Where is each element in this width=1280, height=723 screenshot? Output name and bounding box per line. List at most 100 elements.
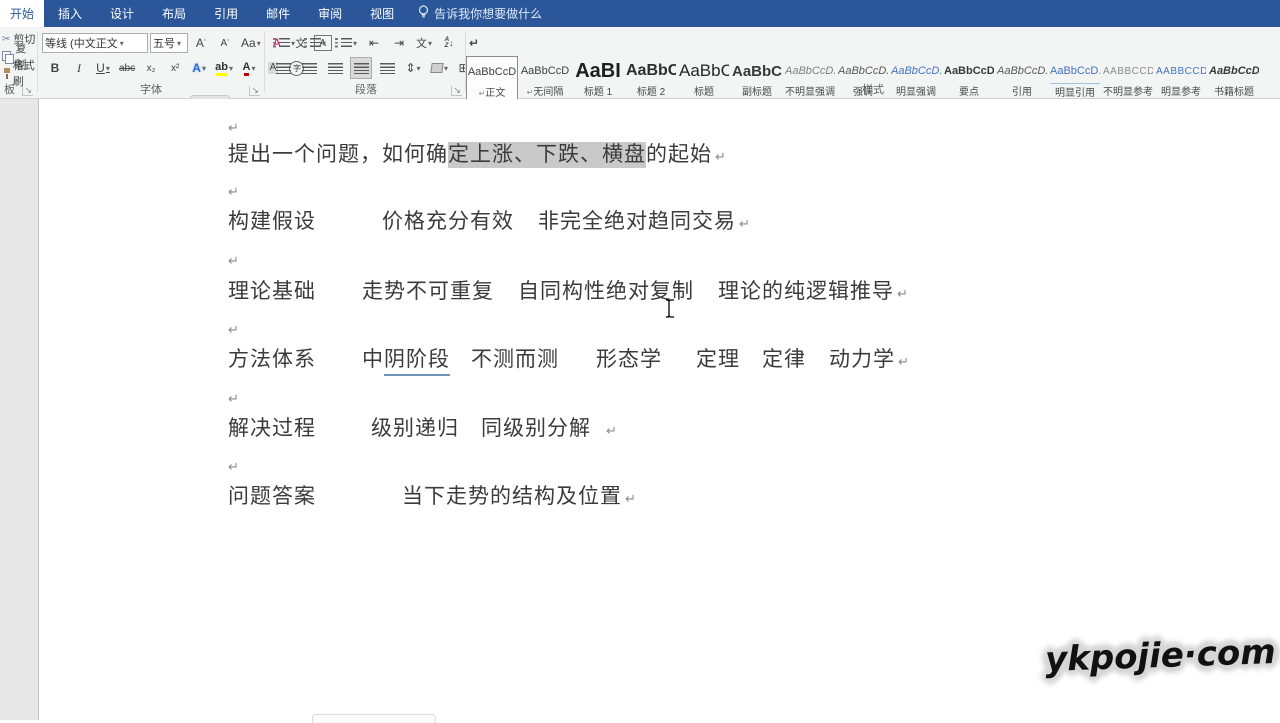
- grow-font-button[interactable]: Aˆ: [190, 32, 212, 54]
- text-run: 理论的纯逻辑推导: [718, 279, 894, 305]
- paragraph-line[interactable]: 解决过程级别递归同级别分解↵: [228, 416, 617, 444]
- grow-font-icon: A: [196, 36, 204, 50]
- distribute-button[interactable]: [376, 57, 398, 79]
- tab-design[interactable]: 设计: [96, 0, 148, 27]
- paragraph-group-label: 段落: [268, 81, 464, 97]
- bold-button[interactable]: B: [44, 57, 66, 79]
- paragraph-line[interactable]: 提出一个问题，如何确定上涨、下跌、横盘的起始↵: [228, 142, 726, 170]
- tab-references[interactable]: 引用: [200, 0, 252, 27]
- tab-mailings[interactable]: 邮件: [252, 0, 304, 27]
- text-run: 理论基础: [228, 279, 316, 305]
- tab-view[interactable]: 视图: [356, 0, 408, 27]
- cut-icon: ✂: [2, 34, 10, 45]
- empty-paragraph[interactable]: ↵: [228, 384, 239, 412]
- subscript-icon: x₂: [147, 63, 156, 74]
- paragraph-line[interactable]: 方法体系中阴阶段不测而测形态学定理定律动力学↵: [228, 347, 909, 376]
- empty-paragraph[interactable]: ↵: [228, 452, 239, 480]
- document-canvas[interactable]: ↵ 提出一个问题，如何确定上涨、下跌、横盘的起始↵ ↵ 构建假设价格充分有效非完…: [0, 99, 1280, 720]
- increase-indent-icon: ⇥: [394, 36, 404, 50]
- superscript-icon: x²: [171, 63, 179, 74]
- line-spacing-icon: ⇕: [405, 61, 415, 75]
- pilcrow-mark: ↵: [897, 286, 908, 301]
- line-spacing-button[interactable]: ⇕: [402, 57, 424, 79]
- highlight-color-button[interactable]: ab: [212, 57, 236, 79]
- font-name-select[interactable]: 等线 (中文正文 ▾: [42, 33, 148, 53]
- empty-paragraph[interactable]: ↵: [228, 315, 239, 343]
- style-preview: AaBbC: [626, 59, 676, 83]
- text-run: 动力学: [829, 347, 895, 373]
- styles-group-label: 样式: [466, 81, 1280, 97]
- pilcrow-mark: ↵: [228, 322, 239, 337]
- bold-icon: B: [51, 61, 60, 75]
- decrease-indent-icon: ⇤: [369, 36, 379, 50]
- empty-paragraph[interactable]: ↵: [228, 246, 239, 274]
- text-run: 非完全绝对趋同交易: [538, 209, 736, 235]
- shrink-font-button[interactable]: Aˇ: [214, 32, 236, 54]
- style-preview: AaBbCcD.: [785, 59, 835, 83]
- shading-button[interactable]: [428, 57, 451, 79]
- font-color-button[interactable]: A: [238, 57, 260, 79]
- style-preview: AaBbCcD.: [838, 59, 888, 83]
- align-center-button[interactable]: [298, 57, 320, 79]
- bullets-button[interactable]: [270, 32, 298, 54]
- paragraph-line[interactable]: 理论基础走势不可重复自同构性绝对复制理论的纯逻辑推导↵: [228, 279, 908, 307]
- style-preview: AABBCCD: [1156, 59, 1206, 83]
- tell-me-label: 告诉我你想要做什么: [434, 5, 542, 22]
- empty-paragraph[interactable]: ↵: [228, 113, 239, 141]
- underline-icon: U: [96, 61, 105, 75]
- justify-button[interactable]: [350, 57, 372, 79]
- paragraph-mark-icon: ↵: [469, 36, 479, 50]
- font-dialog-launcher[interactable]: ↘: [249, 86, 260, 96]
- paragraph-line[interactable]: 问题答案当下走势的结构及位置↵: [228, 484, 636, 512]
- italic-button[interactable]: I: [68, 57, 90, 79]
- numbering-button[interactable]: [301, 32, 329, 54]
- multilevel-list-button[interactable]: [332, 32, 360, 54]
- pilcrow-mark: ↵: [228, 253, 239, 268]
- font-size-select[interactable]: 五号 ▾: [150, 33, 188, 53]
- tab-layout[interactable]: 布局: [148, 0, 200, 27]
- highlight-icon: ab: [215, 61, 228, 76]
- text-effects-button[interactable]: A: [188, 57, 210, 79]
- format-painter-button[interactable]: 格式刷: [2, 65, 36, 81]
- text-run: 不测而测: [471, 347, 559, 373]
- change-case-button[interactable]: Aa: [238, 32, 264, 54]
- tab-home[interactable]: 开始: [0, 0, 44, 27]
- tab-review[interactable]: 审阅: [304, 0, 356, 27]
- asian-layout-button[interactable]: 文: [413, 32, 435, 54]
- empty-paragraph[interactable]: ↵: [228, 177, 239, 205]
- align-center-icon: [302, 63, 317, 74]
- chevron-down-icon: ▾: [177, 39, 181, 48]
- align-right-button[interactable]: [324, 57, 346, 79]
- increase-indent-button[interactable]: ⇥: [388, 32, 410, 54]
- text-run: 价格充分有效: [382, 209, 514, 235]
- bullets-icon: [273, 38, 290, 49]
- ribbon-tab-bar: 开始 插入 设计 布局 引用 邮件 审阅 视图 告诉我你想要做什么: [0, 0, 1280, 27]
- subscript-button[interactable]: x₂: [140, 57, 162, 79]
- pilcrow-mark: ↵: [228, 391, 239, 406]
- align-left-button[interactable]: [272, 57, 294, 79]
- show-hide-marks-button[interactable]: ↵: [463, 32, 485, 54]
- text-run: 解决过程: [228, 416, 316, 442]
- paragraph-line[interactable]: 构建假设价格充分有效非完全绝对趋同交易↵: [228, 209, 750, 237]
- style-preview: AaBbCcD.: [891, 59, 941, 83]
- underline-button[interactable]: U: [92, 57, 114, 79]
- group-separator: [264, 31, 265, 92]
- tab-insert[interactable]: 插入: [44, 0, 96, 27]
- pilcrow-mark: ↵: [228, 120, 239, 135]
- decrease-indent-button[interactable]: ⇤: [363, 32, 385, 54]
- superscript-button[interactable]: x²: [164, 57, 186, 79]
- tell-me-box[interactable]: 告诉我你想要做什么: [408, 0, 552, 27]
- text-run: 形态学: [596, 347, 662, 373]
- clipboard-group: ✂ 剪切 复制 格式刷 板 ↘: [0, 27, 36, 98]
- font-color-icon: A: [243, 61, 251, 76]
- clipboard-dialog-launcher[interactable]: ↘: [22, 86, 33, 96]
- pilcrow-mark: ↵: [228, 459, 239, 474]
- style-preview: AaBI: [575, 59, 621, 83]
- strikethrough-icon: abc: [119, 63, 135, 74]
- format-painter-icon: [2, 68, 10, 79]
- sort-button[interactable]: AZ↓: [438, 32, 460, 54]
- paragraph-dialog-launcher[interactable]: ↘: [451, 86, 462, 96]
- align-left-icon: [276, 63, 291, 74]
- strikethrough-button[interactable]: abc: [116, 57, 138, 79]
- style-preview: AaBbCcD: [944, 59, 994, 83]
